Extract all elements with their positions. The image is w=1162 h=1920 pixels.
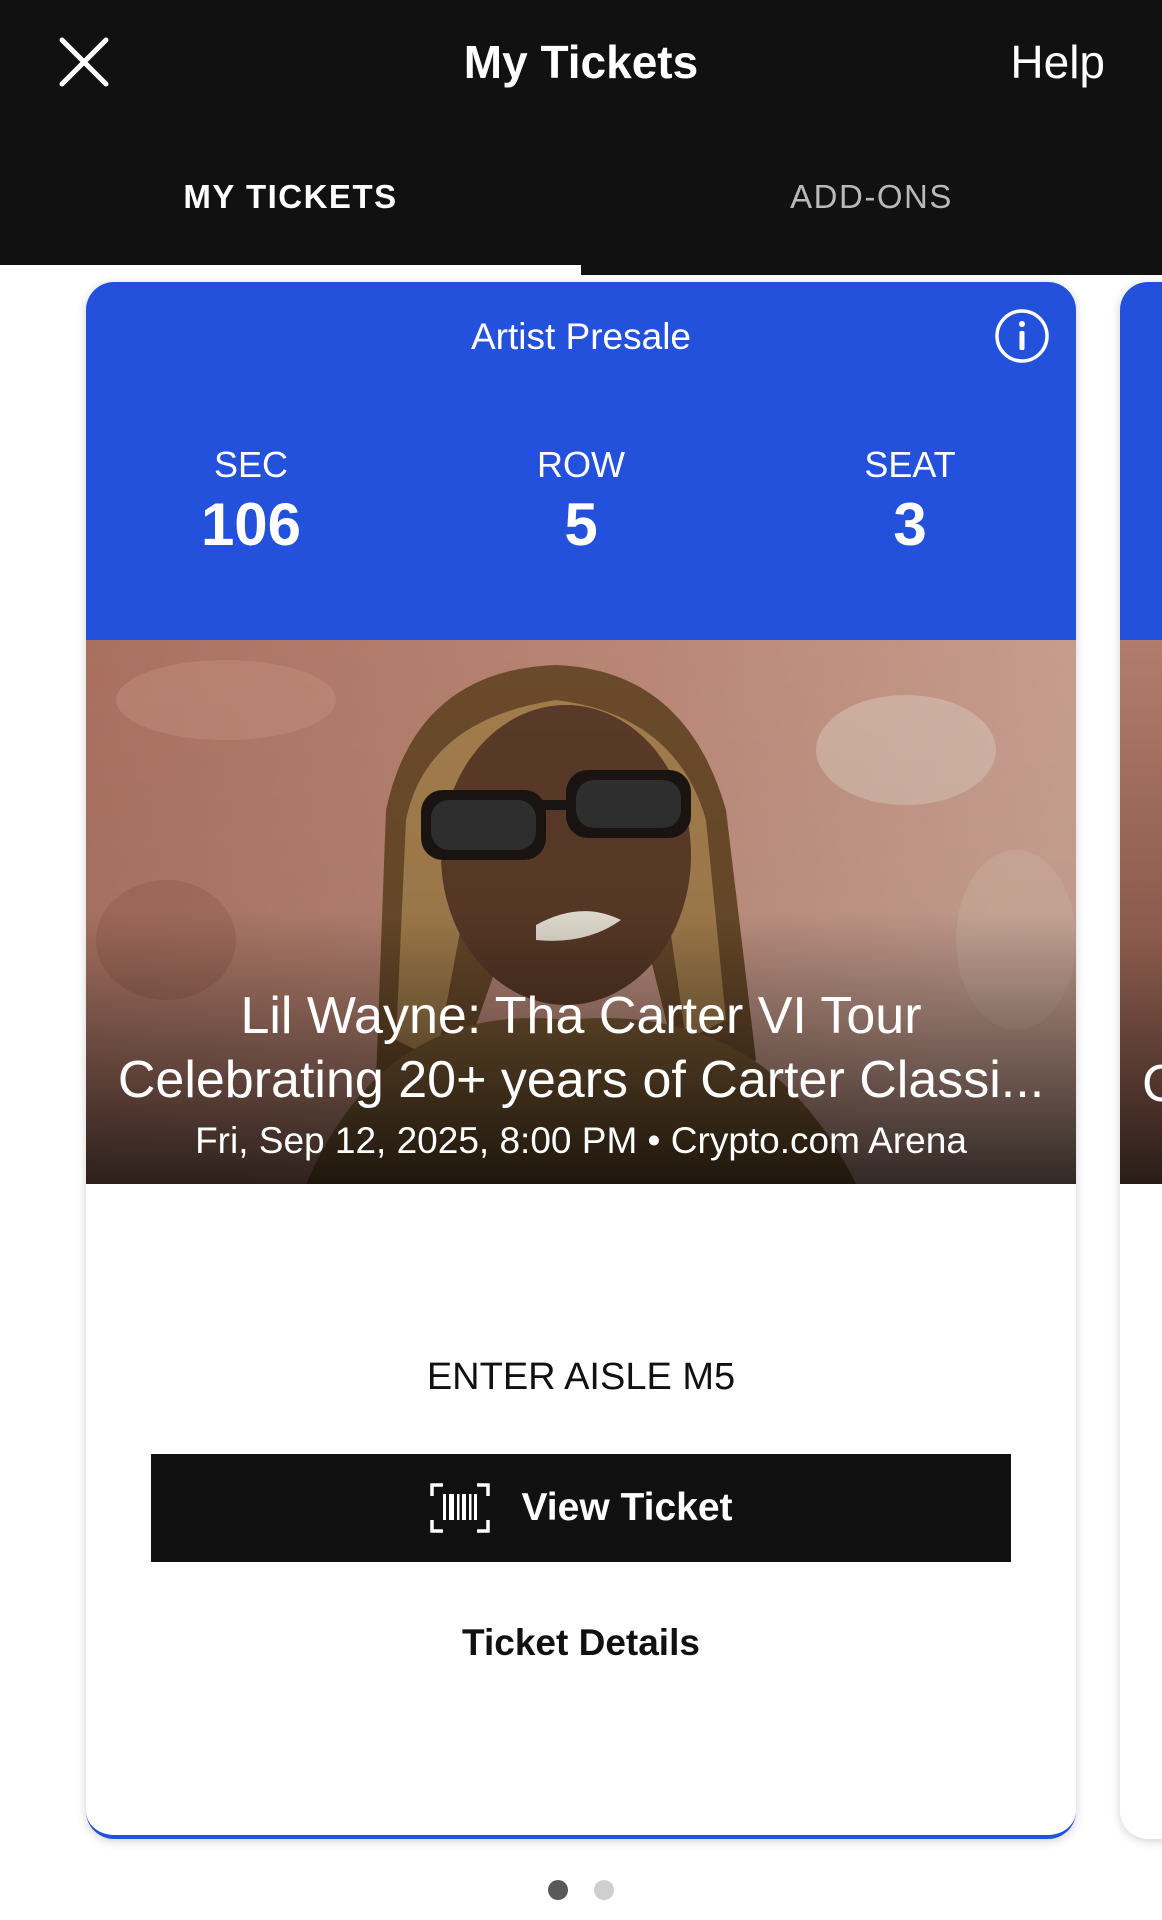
row-info: ROW 5 [481,442,681,560]
presale-label: Artist Presale [470,316,691,357]
row-label: ROW [537,444,625,485]
info-icon [995,309,1049,363]
event-title-line1: Lil Wayne: Tha Carter VI Tour [240,987,922,1045]
ticket-details-link[interactable]: Ticket Details [86,1618,1076,1668]
event-title-line2: Celebrating 20+ years of Carter Classi..… [117,1051,1045,1109]
entry-instructions: ENTER AISLE M5 [426,1356,736,1398]
ticket-seat-panel: Artist Presale SEC 106 ROW 5 SEAT 3 [86,282,1076,640]
help-link[interactable]: Help [1010,32,1105,92]
seat-value: 3 [893,491,927,558]
event-info: Lil Wayne: Tha Carter VI Tour Celebratin… [86,984,1076,1166]
section-info: SEC 106 [151,442,351,560]
active-tab-indicator [0,265,581,275]
event-date-venue: Fri, Sep 12, 2025, 8:00 PM • Crypto.com … [195,1120,967,1161]
next-card-title-fragment: C [1142,1055,1162,1113]
barcode-icon [430,1483,491,1533]
page-dot-1[interactable] [548,1880,568,1900]
page-indicator [0,1880,1162,1904]
tab-my-tickets[interactable]: MY TICKETS [0,170,581,230]
view-ticket-label: View Ticket [521,1486,733,1529]
page-dot-2[interactable] [594,1880,614,1900]
info-button[interactable] [994,308,1050,364]
row-value: 5 [564,491,598,558]
view-ticket-button[interactable]: View Ticket [151,1454,1011,1562]
tab-add-ons[interactable]: ADD-ONS [581,170,1162,230]
next-card-seat-panel [1120,282,1162,640]
seat-info: SEAT 3 [810,442,1010,560]
next-ticket-card-peek[interactable]: C [1120,282,1162,1839]
section-value: 106 [200,491,302,558]
ticket-card[interactable]: Artist Presale SEC 106 ROW 5 SEAT 3 Lil … [86,282,1076,1839]
page-title: My Tickets [463,36,699,88]
seat-label: SEAT [864,444,956,485]
event-image: Lil Wayne: Tha Carter VI Tour Celebratin… [86,640,1076,1184]
section-label: SEC [213,444,289,485]
app-header: My Tickets Help MY TICKETS ADD-ONS [0,0,1162,275]
